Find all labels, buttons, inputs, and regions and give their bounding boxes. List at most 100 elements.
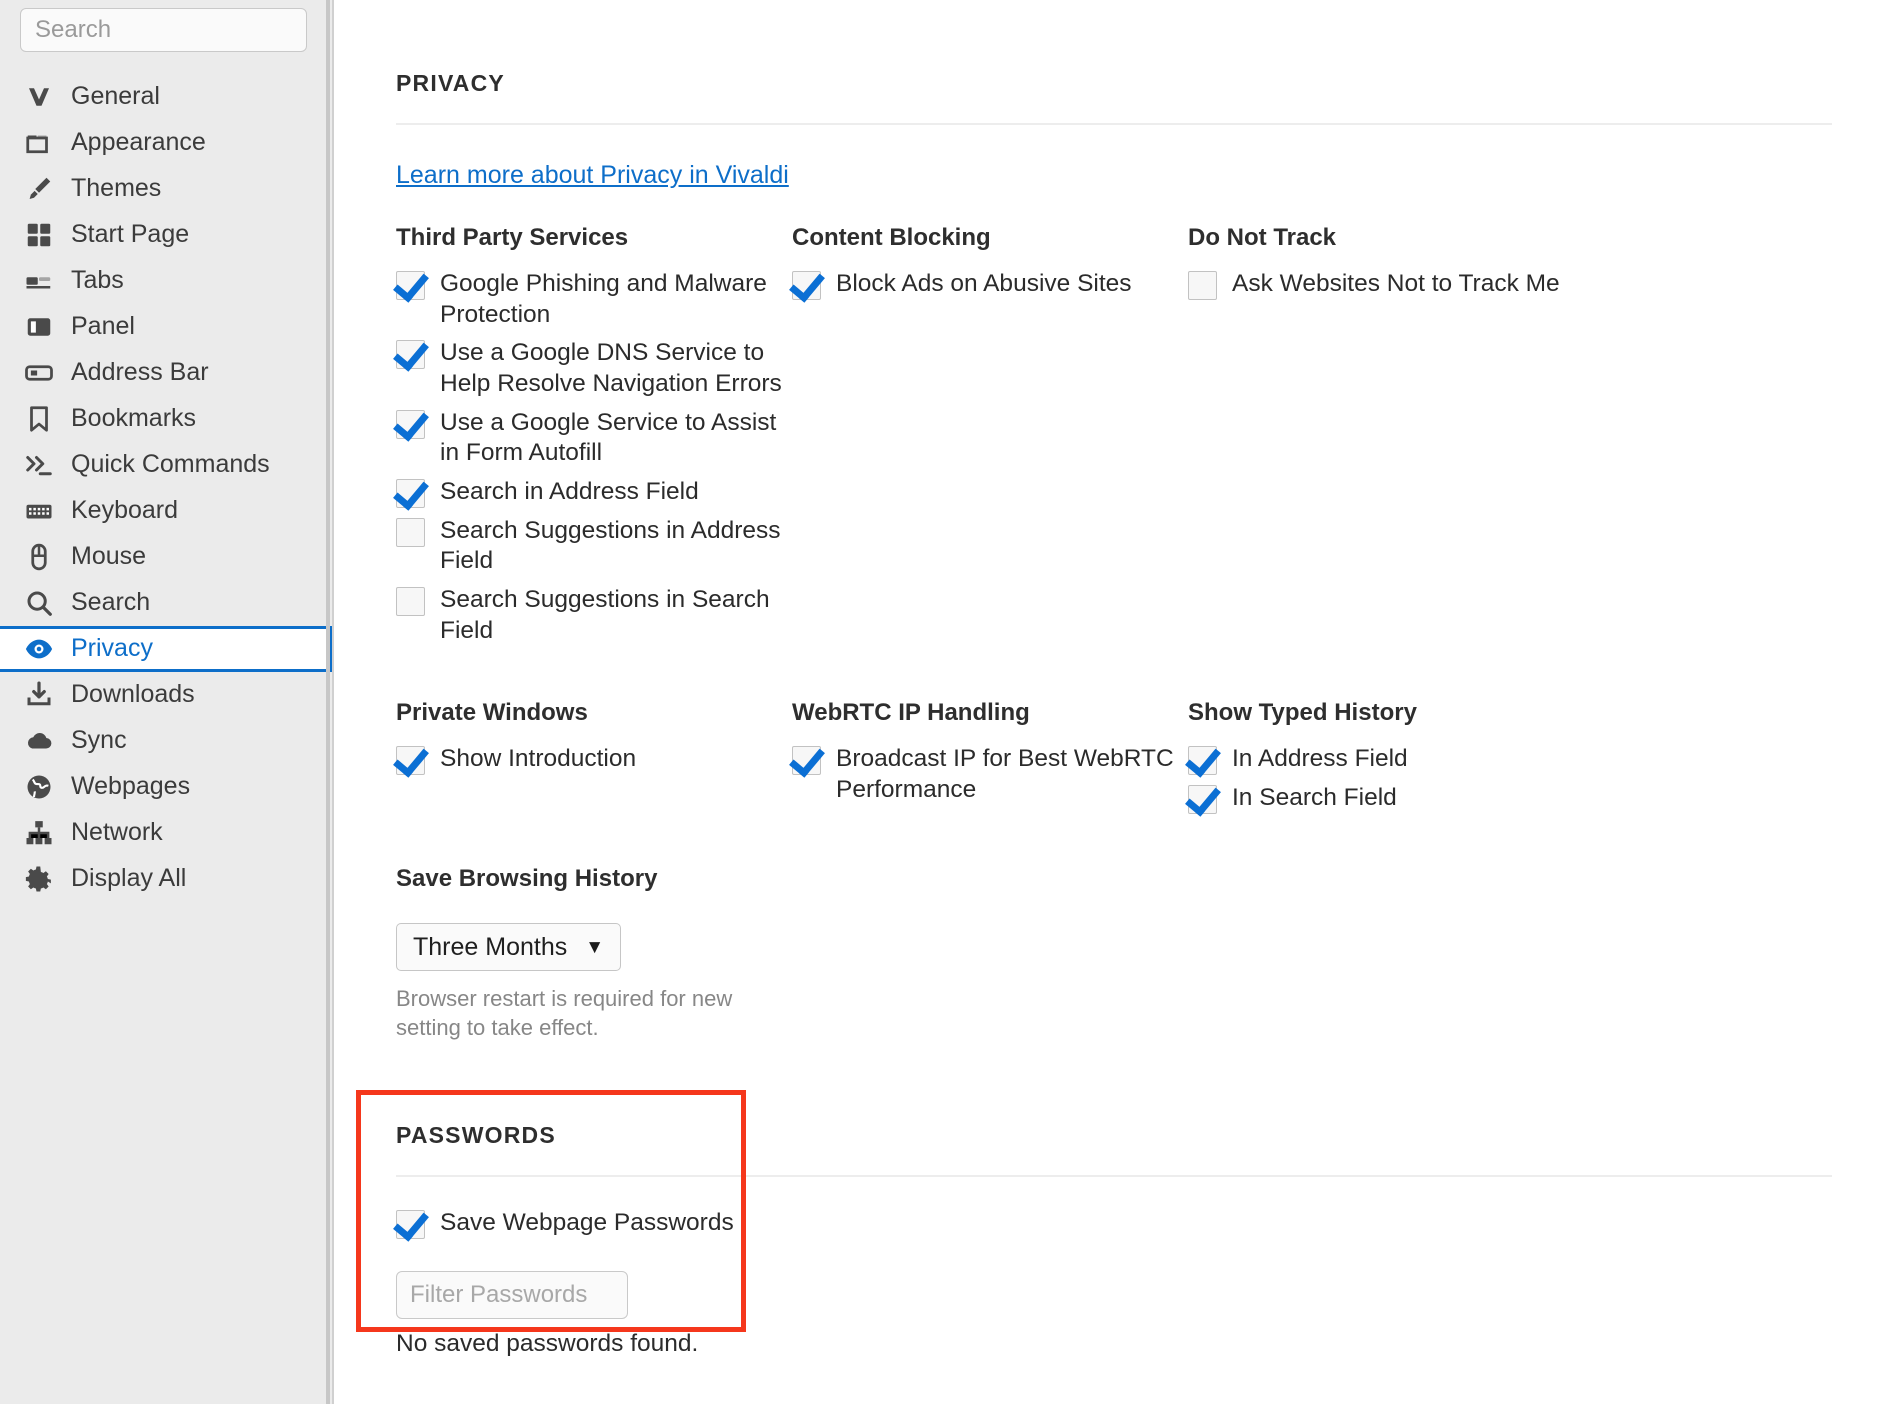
paintbrush-icon: [22, 172, 56, 206]
checkbox-row[interactable]: Search Suggestions in Address Field: [396, 515, 792, 577]
sidebar-item-mouse[interactable]: Mouse: [0, 534, 332, 580]
checkbox-checked-icon[interactable]: [396, 746, 425, 775]
do-not-track-options: Ask Websites Not to Track Me: [1188, 268, 1608, 300]
grid-squares-icon: [22, 218, 56, 252]
checkbox-row[interactable]: Ask Websites Not to Track Me: [1188, 268, 1608, 300]
checkbox-label: Ask Websites Not to Track Me: [1232, 268, 1560, 300]
sidebar-item-appearance[interactable]: Appearance: [0, 120, 332, 166]
checkbox-row[interactable]: Use a Google DNS Service to Help Resolve…: [396, 337, 792, 399]
sidebar-item-label: Display All: [71, 866, 186, 893]
checkbox-checked-icon[interactable]: [792, 746, 821, 775]
sidebar-item-label: Mouse: [71, 544, 146, 571]
sidebar-item-label: Quick Commands: [71, 452, 270, 479]
sidebar-nav: General Appearance Themes Start Page Tabs Pan…: [0, 74, 332, 902]
settings-window: General Appearance Themes Start Page Tabs Pan…: [0, 0, 1892, 1404]
search-input[interactable]: [20, 8, 307, 52]
group-title: Save Browsing History: [396, 865, 1892, 893]
checkbox-checked-icon[interactable]: [396, 340, 425, 369]
sidebar-item-address-bar[interactable]: Address Bar: [0, 350, 332, 396]
checkbox-row[interactable]: In Address Field: [1188, 743, 1608, 775]
passwords-section: PASSWORDS Save Webpage Passwords No save…: [334, 1090, 1892, 1358]
group-save-browsing-history: Save Browsing History Three Months ▼ Bro…: [334, 865, 1892, 1042]
sidebar-item-label: Tabs: [71, 268, 124, 295]
sidebar-item-start-page[interactable]: Start Page: [0, 212, 332, 258]
checkbox-row[interactable]: Use a Google Service to Assist in Form A…: [396, 407, 792, 469]
settings-main: PRIVACY Learn more about Privacy in Viva…: [334, 0, 1892, 1404]
sidebar-item-general[interactable]: General: [0, 74, 332, 120]
checkbox-row[interactable]: In Search Field: [1188, 782, 1608, 814]
vivaldi-v-icon: [22, 80, 56, 114]
checkbox-label: Show Introduction: [440, 743, 636, 775]
sidebar-item-downloads[interactable]: Downloads: [0, 672, 332, 718]
group-do-not-track: Do Not Track Ask Websites Not to Track M…: [1188, 224, 1608, 653]
restart-hint: Browser restart is required for new sett…: [396, 984, 768, 1042]
sidebar-item-themes[interactable]: Themes: [0, 166, 332, 212]
sidebar-item-webpages[interactable]: Webpages: [0, 764, 332, 810]
checkbox-checked-icon[interactable]: [1188, 785, 1217, 814]
checkbox-unchecked-icon[interactable]: [1188, 271, 1217, 300]
checkbox-label: In Search Field: [1232, 782, 1397, 814]
checkbox-checked-icon[interactable]: [792, 271, 821, 300]
sidebar-item-tabs[interactable]: Tabs: [0, 258, 332, 304]
checkbox-unchecked-icon[interactable]: [396, 587, 425, 616]
learn-more-link[interactable]: Learn more about Privacy in Vivaldi: [396, 161, 789, 190]
checkbox-label: Search in Address Field: [440, 476, 699, 508]
checkbox-label: Broadcast IP for Best WebRTC Performance: [836, 743, 1188, 805]
sidebar-item-panel[interactable]: Panel: [0, 304, 332, 350]
save-browsing-history-select[interactable]: Three Months ▼: [396, 923, 621, 971]
sidebar-item-label: General: [71, 84, 160, 111]
group-title: Do Not Track: [1188, 224, 1608, 252]
sidebar-item-label: Search: [71, 590, 150, 617]
sidebar-item-label: Start Page: [71, 222, 189, 249]
sidebar-item-display-all[interactable]: Display All: [0, 856, 332, 902]
sidebar-item-network[interactable]: Network: [0, 810, 332, 856]
sidebar-item-label: Address Bar: [71, 360, 209, 387]
checkbox-checked-icon[interactable]: [396, 271, 425, 300]
window-icon: [22, 126, 56, 160]
sidebar-scrollbar[interactable]: [326, 0, 330, 1404]
checkbox-row[interactable]: Google Phishing and Malware Protection: [396, 268, 792, 330]
sidebar-item-keyboard[interactable]: Keyboard: [0, 488, 332, 534]
eye-icon: [22, 632, 56, 666]
title-divider: [396, 123, 1832, 125]
typed-history-options: In Address Field In Search Field: [1188, 743, 1608, 814]
sidebar-item-quick-commands[interactable]: Quick Commands: [0, 442, 332, 488]
sidebar-item-sync[interactable]: Sync: [0, 718, 332, 764]
checkbox-checked-icon[interactable]: [1188, 746, 1217, 775]
select-value: Three Months: [413, 933, 567, 962]
checkbox-unchecked-icon[interactable]: [396, 518, 425, 547]
bookmark-icon: [22, 402, 56, 436]
checkbox-label: Save Webpage Passwords: [440, 1207, 734, 1239]
sidebar-item-label: Webpages: [71, 774, 190, 801]
filter-passwords-input[interactable]: [396, 1271, 628, 1319]
passwords-title: PASSWORDS: [396, 1122, 1892, 1149]
sidebar-item-bookmarks[interactable]: Bookmarks: [0, 396, 332, 442]
private-windows-options: Show Introduction: [396, 743, 792, 775]
checkbox-checked-icon[interactable]: [396, 1210, 425, 1239]
save-webpage-passwords-row[interactable]: Save Webpage Passwords: [396, 1207, 1892, 1239]
sidebar-item-search[interactable]: Search: [0, 580, 332, 626]
checkbox-row[interactable]: Broadcast IP for Best WebRTC Performance: [792, 743, 1188, 805]
checkbox-checked-icon[interactable]: [396, 479, 425, 508]
checkbox-row[interactable]: Show Introduction: [396, 743, 792, 775]
content-blocking-options: Block Ads on Abusive Sites: [792, 268, 1188, 300]
sidebar-item-label: Keyboard: [71, 498, 178, 525]
no-saved-passwords-message: No saved passwords found.: [396, 1330, 1892, 1358]
checkbox-row[interactable]: Search Suggestions in Search Field: [396, 584, 792, 646]
third-party-options: Google Phishing and Malware Protection Us…: [396, 268, 792, 646]
sidebar-item-privacy[interactable]: Privacy: [0, 626, 332, 672]
checkbox-row[interactable]: Search in Address Field: [396, 476, 792, 508]
webrtc-options: Broadcast IP for Best WebRTC Performance: [792, 743, 1188, 805]
checkbox-checked-icon[interactable]: [396, 410, 425, 439]
passwords-inner: PASSWORDS Save Webpage Passwords No save…: [334, 1090, 1892, 1358]
checkbox-label: Use a Google DNS Service to Help Resolve…: [440, 337, 792, 399]
group-title: Third Party Services: [396, 224, 792, 252]
sidebar-item-label: Appearance: [71, 130, 206, 157]
group-show-typed-history: Show Typed History In Address FieldIn Se…: [1188, 699, 1608, 821]
checkbox-label: Block Ads on Abusive Sites: [836, 268, 1132, 300]
sidebar-search-wrap: [0, 0, 332, 52]
group-title: WebRTC IP Handling: [792, 699, 1188, 727]
passwords-divider: [396, 1175, 1832, 1177]
checkbox-row[interactable]: Block Ads on Abusive Sites: [792, 268, 1188, 300]
sidebar-item-label: Network: [71, 820, 163, 847]
